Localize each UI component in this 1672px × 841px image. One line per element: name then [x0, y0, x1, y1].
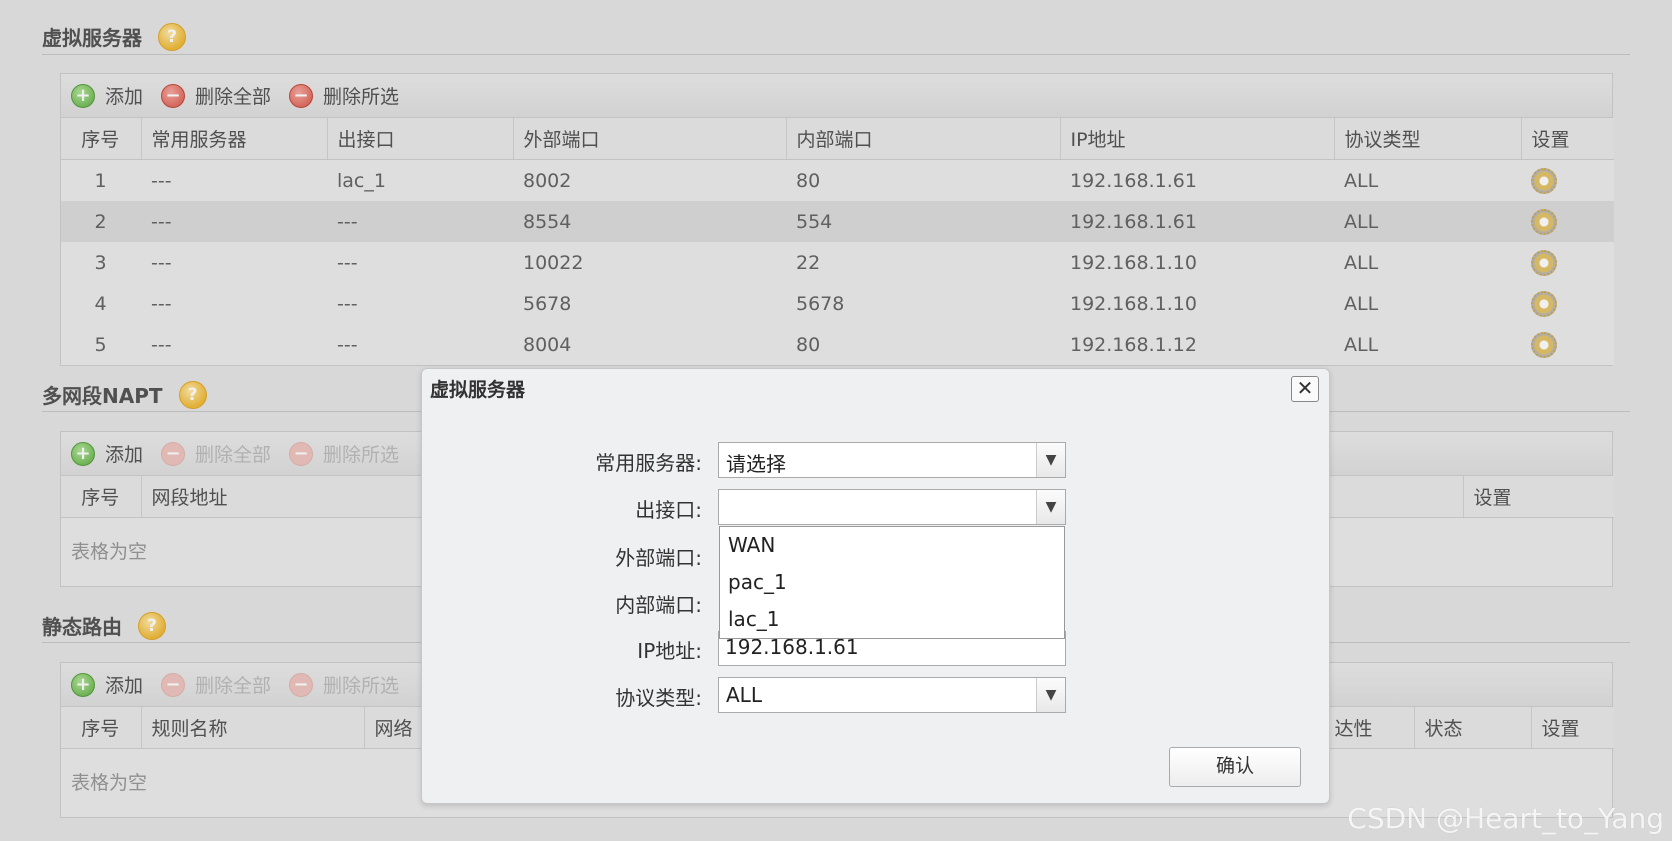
- chevron-down-icon[interactable]: ▼: [1036, 490, 1065, 524]
- server-select[interactable]: 请选择 ▼: [718, 442, 1066, 478]
- dropdown-option-wan[interactable]: WAN: [720, 527, 1064, 564]
- watermark: CSDN @Heart_to_Yang: [1347, 802, 1664, 835]
- interface-dropdown-list: WAN pac_1 lac_1: [719, 526, 1065, 639]
- ip-label: IP地址:: [637, 639, 702, 663]
- server-label: 常用服务器:: [595, 451, 702, 475]
- dropdown-option-lac-1[interactable]: lac_1: [720, 601, 1064, 638]
- interface-label: 出接口:: [635, 498, 702, 522]
- external-port-label: 外部端口:: [615, 546, 702, 570]
- dropdown-option-pac-1[interactable]: pac_1: [720, 564, 1064, 601]
- chevron-down-icon[interactable]: ▼: [1036, 678, 1065, 712]
- chevron-down-icon[interactable]: ▼: [1036, 443, 1065, 477]
- dialog-title: 虚拟服务器: [430, 379, 526, 401]
- protocol-label: 协议类型:: [615, 686, 702, 710]
- server-select-value: 请选择: [726, 452, 786, 476]
- protocol-select[interactable]: ALL ▼: [718, 677, 1066, 713]
- internal-port-label: 内部端口:: [615, 593, 702, 617]
- protocol-select-value: ALL: [726, 683, 762, 707]
- confirm-button[interactable]: 确认: [1169, 747, 1301, 787]
- close-button[interactable]: ✕: [1291, 376, 1319, 402]
- interface-select[interactable]: ▼: [718, 489, 1066, 525]
- virtual-server-dialog: 虚拟服务器 ✕ 常用服务器: 请选择 ▼ 出接口: ▼ WAN pac_1 la…: [421, 368, 1330, 804]
